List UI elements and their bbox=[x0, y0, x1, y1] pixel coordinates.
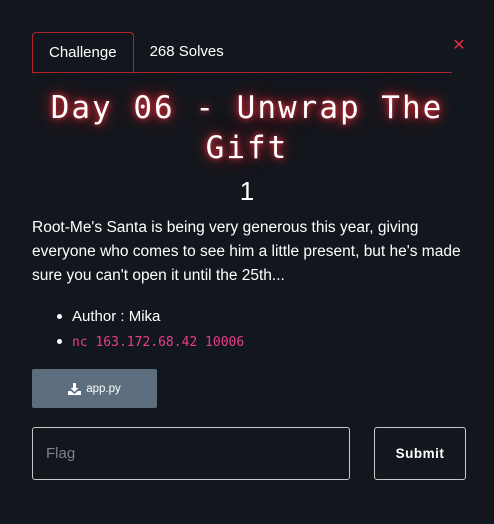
challenge-value: 1 bbox=[239, 176, 255, 206]
list-item: nc 163.172.68.42 10006 bbox=[52, 329, 244, 354]
author-text: Author : Mika bbox=[72, 308, 161, 325]
file-name: app.py bbox=[86, 382, 121, 395]
challenge-modal: Challenge 268 Solves ✕ Day 06 - Unwrap T… bbox=[0, 0, 494, 524]
tab-solves[interactable]: 268 Solves bbox=[134, 32, 240, 73]
challenge-info-list: Author : Mika nc 163.172.68.42 10006 bbox=[52, 304, 244, 354]
submit-button[interactable]: Submit bbox=[374, 427, 466, 480]
tab-bar: Challenge 268 Solves bbox=[32, 32, 452, 74]
close-icon: ✕ bbox=[452, 35, 466, 54]
challenge-description: Root-Me's Santa is being very generous t… bbox=[32, 219, 461, 284]
challenge-title: Day 06 - Unwrap The Gift bbox=[50, 90, 444, 166]
tab-challenge[interactable]: Challenge bbox=[32, 32, 134, 74]
list-item: Author : Mika bbox=[52, 304, 244, 329]
download-icon bbox=[68, 382, 82, 395]
flag-input[interactable] bbox=[32, 427, 350, 480]
bullet-icon bbox=[57, 339, 62, 344]
close-button[interactable]: ✕ bbox=[450, 34, 468, 56]
connection-command: nc 163.172.68.42 10006 bbox=[72, 335, 245, 350]
download-file-button[interactable]: app.py bbox=[32, 369, 157, 408]
bullet-icon bbox=[57, 314, 62, 319]
